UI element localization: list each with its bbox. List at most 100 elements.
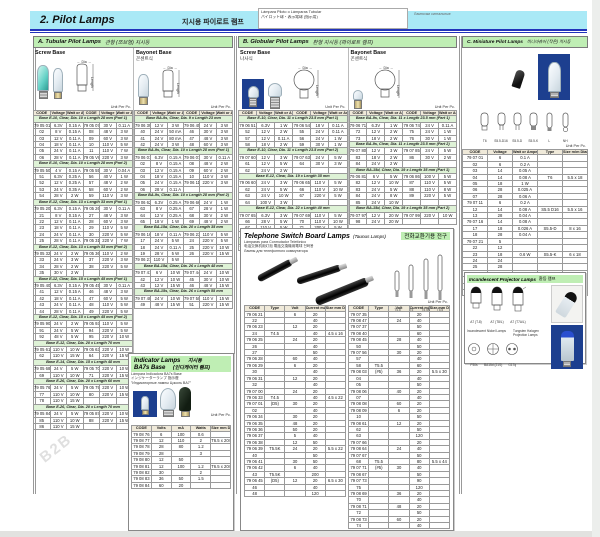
screw-base-table: CODEVoltageWatt or AmpereCODEVoltageWatt…	[33, 110, 133, 430]
column-header: Voltage	[367, 111, 385, 116]
unit-label: Unit Per Pc.	[211, 105, 231, 109]
watermark: B2B	[37, 431, 76, 467]
projector-caption-left: Incandescent Nickel Lamps	[467, 330, 507, 339]
bayonet-base-korean: 꼰센트식	[351, 56, 456, 62]
column-header: Watt or Ampere	[439, 111, 457, 116]
svg-text:Length: Length	[396, 85, 400, 96]
projector-base-diagram: G17q	[505, 342, 519, 369]
telephone-lamp-upright: T5	[407, 263, 415, 312]
table-row: 79 08 77121102T6.5 x 20mm	[132, 438, 231, 444]
screw-base-label: Screw Base	[35, 50, 131, 56]
column-header: Voltage	[200, 111, 216, 116]
bayonet-base-table: CODEVoltageWatt or AmpereCODEVoltageWatt…	[134, 110, 233, 309]
section-b-header: B. Globular Pilot Lamps 환형 지시등 (파이로트 램프)	[238, 36, 457, 48]
section-b-title: B. Globular Pilot Lamps	[243, 39, 309, 45]
page-right-edge	[592, 0, 600, 537]
table-subheader-row: Base BA-9s, Clear, Dia. 10 x Length 28 m…	[135, 193, 233, 199]
table-subheader-row: Base BA-9s, Clear, Dia. 9 x Length 23 mm	[135, 116, 233, 122]
tubular-lamp-photo-teal	[37, 65, 49, 99]
indicator-lamp-photo-clear	[160, 388, 176, 417]
projector-lamp-diagram: A7 (T8/L)	[488, 285, 506, 326]
telephone-lamp-photo	[314, 277, 369, 306]
miniature-lamp-diagram: S5.5-K	[527, 112, 540, 143]
indicator-lamp-photo-dark	[179, 387, 191, 417]
miniature-lamp-diagram: S5.5-D	[511, 112, 524, 143]
telephone-title-suffix: (Taunus Lamps)	[353, 234, 386, 239]
telephone-lamp-upright: T4.5	[393, 269, 401, 312]
projector-caption-right: Tungsten Halogen Projection Lamps	[513, 330, 553, 339]
telephone-lamp-photo	[257, 259, 294, 283]
table-row: 79 08 846020	[132, 482, 231, 488]
column-header: Voltage	[257, 111, 275, 116]
section-c-title: C. Miniature Pilot Lamps	[467, 40, 523, 45]
screw-base-korean: 나사식	[240, 56, 346, 62]
globular-bayonet-lamp-photo	[353, 90, 363, 109]
bayonet-base-table: CODEVoltageWatt or AmpereCODEVoltageWatt…	[349, 110, 458, 225]
svg-text:Length: Length	[315, 85, 319, 96]
indicator-subtitle: BA7s Base	[134, 365, 165, 371]
table-subheader-row: Base E-12, Clear, Dia. 15 x Length 45 mm…	[34, 315, 133, 321]
table-row: 79 08 03(#5)36205.5 x 30	[349, 369, 450, 375]
table-row: 79 08 81121001.2T6.5 x 20mm	[132, 463, 231, 469]
table-subheader-row: Base BA-9s, Clear, Dia. 11 x Length 23.5…	[349, 142, 457, 148]
section-c-miniature: C. Miniature Pilot Lamps 미니아츄어 (작은) 지시등 …	[462, 36, 588, 296]
page-bottom-edge	[0, 531, 600, 537]
column-header: Voltage	[311, 111, 329, 116]
projector-title-korean: 환등 램프	[539, 276, 556, 282]
column-header: Voltage	[151, 111, 167, 116]
telephone-title-bar: Telephone Switch Board Lamps (Taunus Lam…	[244, 232, 450, 240]
telephone-title-korean: 전화교환기용 전구	[401, 232, 450, 240]
bayonet-base-korean: 꼰센트식	[136, 56, 231, 62]
bayonet-base-panel: Bayonet Base 꼰센트식 ← Dia → Length	[133, 48, 233, 110]
svg-text:Length: Length	[176, 83, 180, 94]
table-subheader-row: Base E-10, Clear, Dia. 11 x Length 23.5 …	[239, 148, 348, 154]
miniature-lamp-diagram: L	[543, 112, 556, 143]
svg-text:← Dia →: ← Dia →	[379, 66, 393, 70]
table-subheader-row: Base BA-9s, Clear, Dia. 10 x Length 28 m…	[135, 148, 233, 154]
projector-lamp-diagram: A7 (T-8)	[467, 285, 485, 326]
column-header: Voltage	[50, 111, 67, 116]
indicator-lamp-photo-blue	[133, 391, 157, 417]
miniature-diagrams-row: T6 S5.5-D16 S5.5-D S5.5-K L NH	[462, 112, 588, 143]
telephone-lamp-photos: T4.5 T5 T5.5K T5.5 Unit Per Pc.	[244, 253, 450, 305]
miniature-lamp-diagram: S5.5-D16	[494, 112, 507, 143]
globular-lamp-diagram: ← Dia → Length	[286, 65, 330, 109]
projector-base-diagram: P30s	[467, 342, 481, 369]
globular-lamp-photo-blue	[242, 79, 264, 109]
section-a-tubular: A. Tubular Pilot Lamps 관형 (쯔브형) 지시등 Scre…	[33, 36, 233, 430]
table-subheader-row: Base BA-15d, Clear, Dia. 19 x Length 35 …	[349, 167, 457, 173]
globular-lamp-photo-clear	[268, 83, 282, 109]
table-row: 9824 V20 W	[349, 218, 457, 224]
table-subheader-row: Base BA-15d, Clear, Dia. 26 x Length 48 …	[135, 263, 233, 269]
column-header: Watt or Ampere	[513, 150, 538, 155]
table-row: 79 06 39T5.5K24205.5 x 22	[245, 446, 346, 452]
unit-label: Unit Per Pc.	[111, 105, 131, 109]
section-a-title: A. Tubular Pilot Lamps	[38, 39, 101, 45]
screw-base-table-wrap: CODEVoltageWatt or AmpereCODEVoltageWatt…	[33, 110, 133, 430]
telephone-table-left-wrap: CODETypeVoltCurrent mASize mm Dia x L2F 7…	[244, 305, 346, 529]
svg-text:← Dia →: ← Dia →	[298, 66, 312, 70]
text-line: "Индикаторные лампы Цоколь BA7"	[131, 381, 231, 385]
telephone-lamp-photo	[296, 264, 342, 285]
svg-text:← Dia →: ← Dia →	[163, 66, 177, 70]
column-header: Watt or Ampere	[167, 111, 183, 116]
column-header: Current mA	[305, 306, 325, 311]
table-row: 86110 V15 W	[34, 423, 133, 429]
projector-lamp-photo-black-top	[551, 285, 583, 323]
globular-lamp-diagram: ← Dia → Length	[367, 65, 411, 109]
projector-base-diagram: BA15d (21S)	[484, 342, 502, 369]
projector-lamps-box: Incandescent Projector Lamps 환등 램프 A7 (T…	[464, 272, 586, 364]
column-header: Size mm Dia x L2F	[325, 306, 345, 311]
page-title-korean: 지시용 파이로트 램프	[182, 17, 244, 27]
column-header: Watt or Ampere	[216, 111, 232, 116]
table-subheader-row: Base E-10, Clear, Dia. 10 x Length 28 mm…	[34, 161, 133, 167]
miniature-lamp-photo-dark	[511, 69, 525, 89]
table-header-row: CODETypeVoltCurrent mASize mm Dia x L2F	[245, 306, 346, 311]
unit-label: Unit Per Pc.	[325, 105, 345, 109]
projector-lamp-photo-blue-top	[551, 325, 583, 369]
indicator-title-bar: Indicator Lamps 지시등 BA7s Base (인디케이터 램프)	[131, 356, 231, 372]
page-header: 2. Pilot Lamps 지시용 파이로트 램프 Lámpara Pilot…	[30, 11, 587, 29]
column-header: Watt or Ampere	[67, 111, 84, 116]
table-subheader-row: Base E-12, Clear, Dia. 13 x Length 33 mm…	[34, 199, 133, 205]
table-subheader-row: Base E-26, Clear, Dia. 20 x Length 60 mm	[34, 379, 133, 385]
